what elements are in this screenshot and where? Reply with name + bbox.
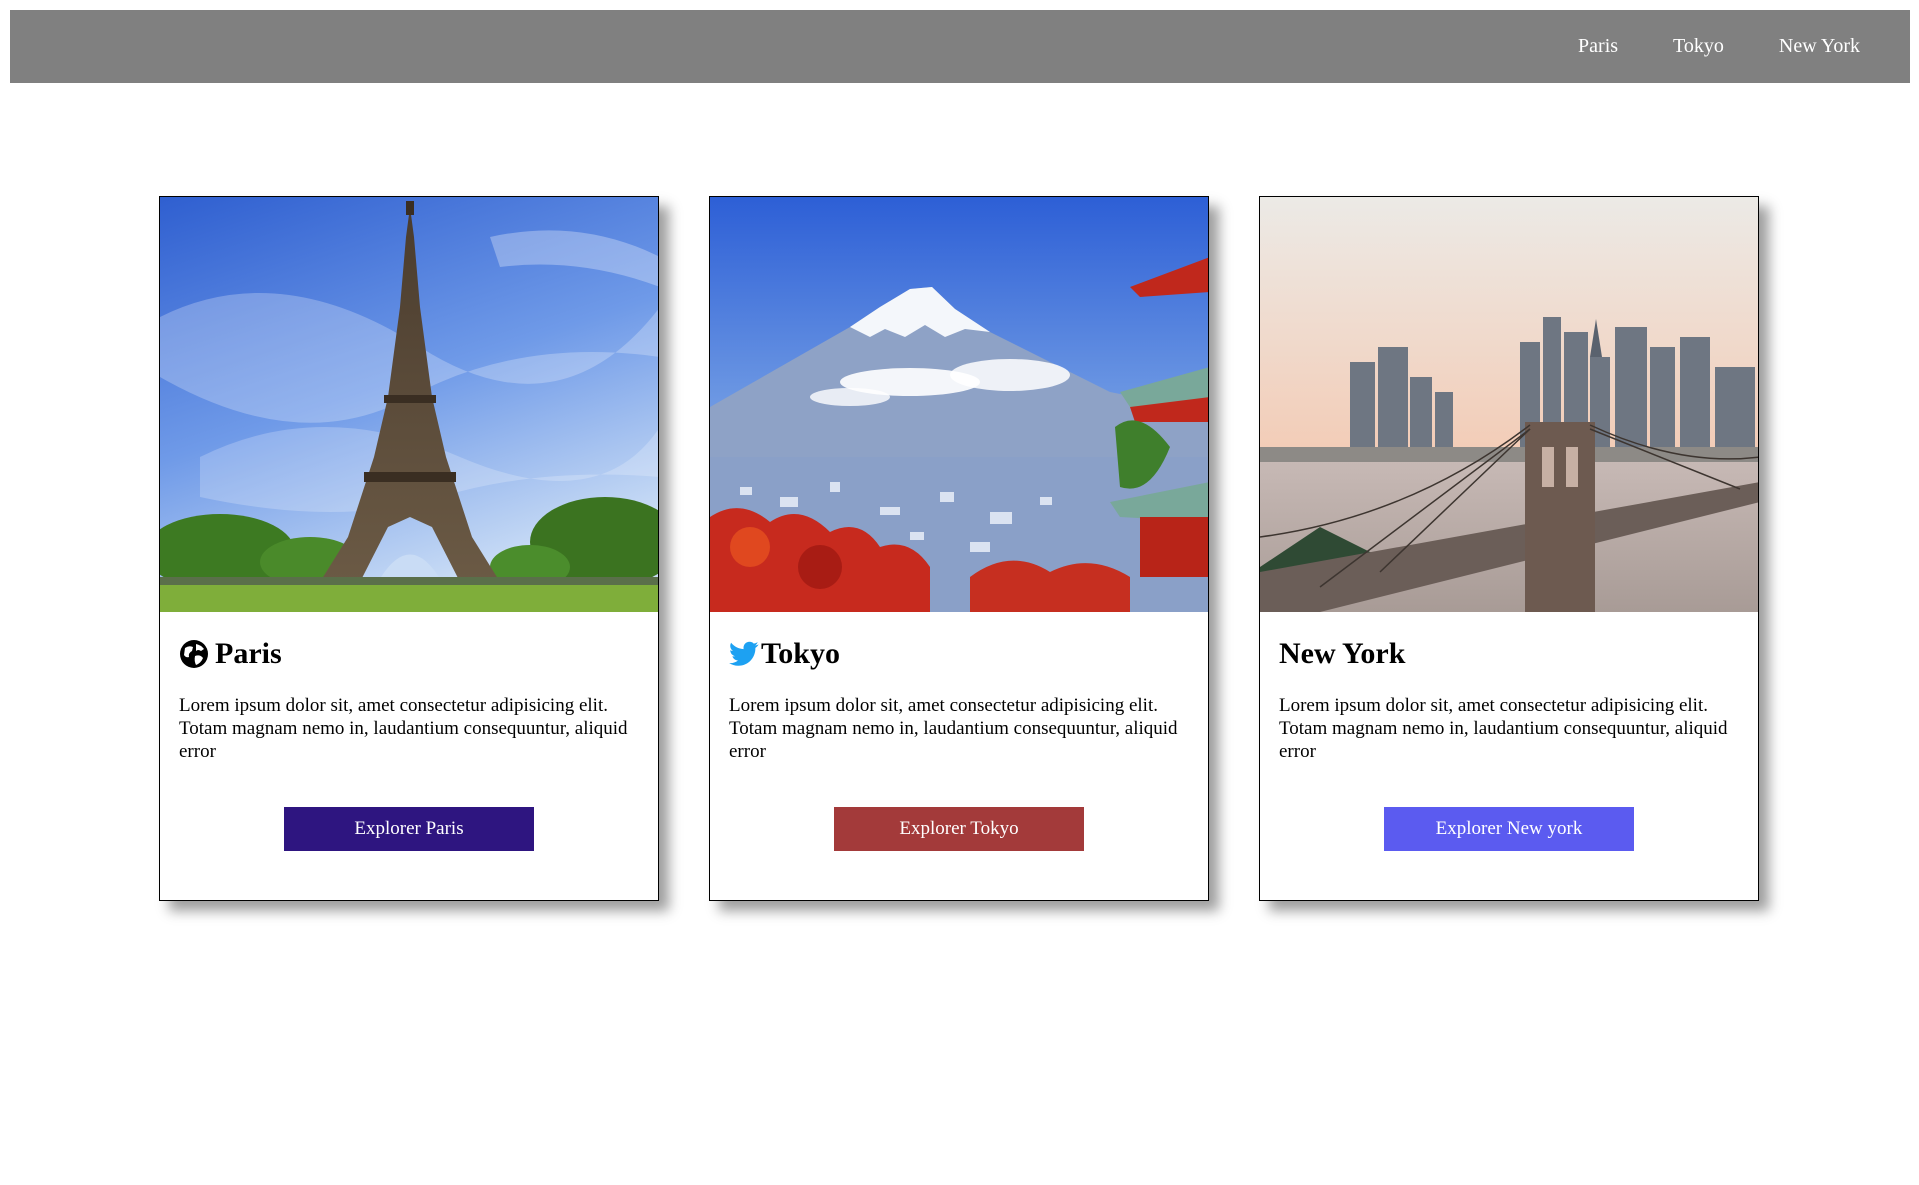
card-description: Lorem ipsum dolor sit, amet consectetur … [729,695,1178,762]
explorer-tokyo-button[interactable]: Explorer Tokyo [834,807,1084,851]
card-tokyo: Tokyo Lorem ipsum dolor sit, amet consec… [709,196,1209,901]
card-title-text: Tokyo [761,637,840,670]
card-paris: Paris Lorem ipsum dolor sit, amet consec… [159,196,659,901]
card-title-new-york: New York [1279,634,1739,674]
card-new-york: New York Lorem ipsum dolor sit, amet con… [1259,196,1759,901]
globe-icon [179,639,209,669]
card-title-paris: Paris [179,634,639,674]
paris-eiffel-tower-image [160,197,658,612]
tokyo-mount-fuji-image [710,197,1208,612]
card-description: Lorem ipsum dolor sit, amet consectetur … [179,695,628,762]
nav-link-tokyo[interactable]: Tokyo [1673,35,1724,58]
card-title-tokyo: Tokyo [729,634,1189,674]
twitter-bird-icon [729,641,759,667]
top-navbar: Paris Tokyo New York [10,10,1910,83]
card-description: Lorem ipsum dolor sit, amet consectetur … [1279,695,1728,762]
explorer-paris-button[interactable]: Explorer Paris [284,807,534,851]
card-title-text: Paris [215,637,282,670]
new-york-brooklyn-bridge-image [1260,197,1758,612]
nav-link-paris[interactable]: Paris [1578,35,1618,58]
explorer-new-york-button[interactable]: Explorer New york [1384,807,1634,851]
card-title-text: New York [1279,637,1406,670]
nav-link-new-york[interactable]: New York [1779,35,1860,58]
